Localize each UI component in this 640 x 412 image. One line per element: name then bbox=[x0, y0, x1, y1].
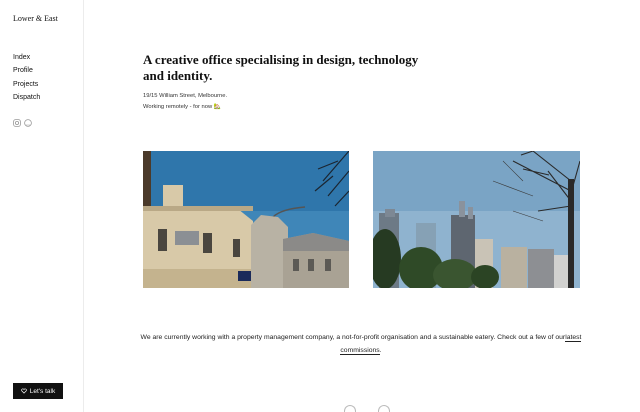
nav-item-index[interactable]: Index bbox=[13, 51, 40, 64]
heritage-building-photo bbox=[143, 151, 349, 288]
instagram-icon[interactable] bbox=[13, 114, 21, 127]
sidebar: Lower & East Index Profile Projects Disp… bbox=[0, 0, 84, 412]
heart-icon bbox=[21, 388, 27, 394]
blurb-end: . bbox=[379, 346, 382, 354]
nav-item-profile[interactable]: Profile bbox=[13, 64, 40, 77]
current-work-blurb: We are currently working with a property… bbox=[140, 332, 582, 357]
lets-talk-button[interactable]: Let's talk bbox=[13, 383, 63, 399]
nav-item-dispatch[interactable]: Dispatch bbox=[13, 91, 40, 104]
main-nav: Index Profile Projects Dispatch bbox=[13, 51, 40, 104]
lets-talk-label: Let's talk bbox=[29, 387, 56, 395]
address-line: 19/15 William Street, Melbourne. bbox=[143, 93, 228, 99]
page-headline: A creative office specialising in design… bbox=[143, 52, 419, 83]
footer-icons bbox=[344, 405, 390, 412]
nav-item-projects[interactable]: Projects bbox=[13, 78, 40, 91]
city-skyline-photo bbox=[373, 151, 580, 288]
brand-logo[interactable]: Lower & East bbox=[13, 14, 58, 23]
github-icon[interactable] bbox=[24, 114, 32, 127]
social-links bbox=[13, 114, 32, 127]
studio-address: 19/15 William Street, Melbourne. Working… bbox=[143, 91, 227, 112]
blurb-text: We are currently working with a property… bbox=[140, 334, 566, 341]
footer-icon bbox=[344, 405, 356, 412]
footer-icon bbox=[378, 405, 390, 412]
remote-status: Working remotely - for now 🏡 bbox=[143, 103, 221, 110]
